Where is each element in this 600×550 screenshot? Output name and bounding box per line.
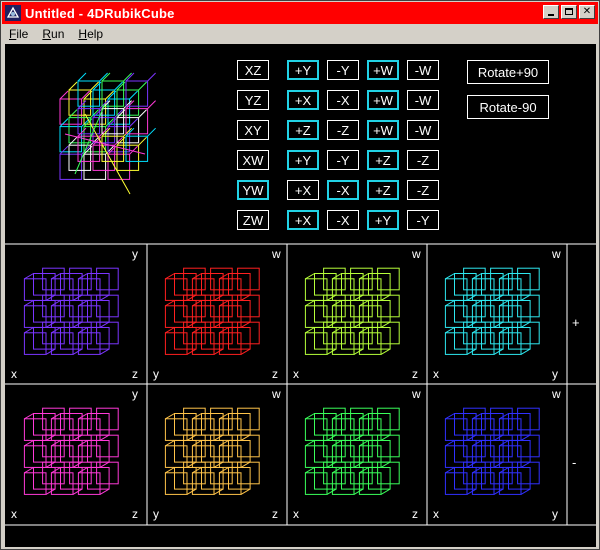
app-icon xyxy=(5,5,21,21)
rotate-plus-90-button[interactable]: Rotate+90 xyxy=(467,60,549,84)
axis-label-top: y xyxy=(132,247,138,261)
menu-label-rest: elp xyxy=(87,26,104,41)
row-sign-plus: + xyxy=(572,315,580,330)
axis-label-bottom-right: z xyxy=(412,367,418,381)
axis-label-top: w xyxy=(272,387,281,401)
maximize-icon xyxy=(565,8,573,15)
projection-view-6 xyxy=(164,407,260,495)
rotate-axis-button-yz-1[interactable]: +X xyxy=(287,90,319,110)
rotate-axis-button-xy-1[interactable]: +Z xyxy=(287,120,319,140)
window-title: Untitled - 4DRubikCube xyxy=(25,5,175,21)
maximize-button[interactable] xyxy=(561,5,577,19)
axis-label-bottom-left: y xyxy=(153,367,159,381)
menu-bar: File Run Help xyxy=(2,24,598,43)
projection-view-7 xyxy=(304,407,400,495)
axis-label-bottom-right: z xyxy=(272,367,278,381)
axis-label-top: w xyxy=(412,247,421,261)
axis-label-top: w xyxy=(272,247,281,261)
rotate-axis-button-zw-2[interactable]: -X xyxy=(327,210,359,230)
axis-label-bottom-left: x xyxy=(11,367,17,381)
rotate-axis-button-xw-4[interactable]: -Z xyxy=(407,150,439,170)
menu-help[interactable]: Help xyxy=(71,27,110,41)
projection-view-2 xyxy=(164,267,260,355)
plane-button-zw[interactable]: ZW xyxy=(237,210,269,230)
axis-label-bottom-right: y xyxy=(552,507,558,521)
axis-label-bottom-left: x xyxy=(433,367,439,381)
minimize-icon xyxy=(548,14,554,16)
axis-label-top: w xyxy=(552,247,561,261)
rotate-axis-button-yz-3[interactable]: +W xyxy=(367,90,399,110)
rotate-axis-button-xz-1[interactable]: +Y xyxy=(287,60,319,80)
render-canvas[interactable]: y x z w y z w x z w x y y x z w y z w x z w x y + - XZ +Y -Y +W -W YZ +X… xyxy=(5,44,596,547)
rotate-axis-button-xy-4[interactable]: -W xyxy=(407,120,439,140)
axis-label-bottom-right: z xyxy=(132,367,138,381)
rotate-axis-button-zw-4[interactable]: -Y xyxy=(407,210,439,230)
plane-button-xy[interactable]: XY xyxy=(237,120,269,140)
rotate-axis-button-yz-4[interactable]: -W xyxy=(407,90,439,110)
axis-label-bottom-right: z xyxy=(272,507,278,521)
rotate-axis-button-xz-3[interactable]: +W xyxy=(367,60,399,80)
rotate-axis-button-zw-3[interactable]: +Y xyxy=(367,210,399,230)
axis-label-bottom-left: x xyxy=(11,507,17,521)
rotate-axis-button-xy-2[interactable]: -Z xyxy=(327,120,359,140)
axis-label-bottom-left: x xyxy=(433,507,439,521)
rotate-axis-button-xy-3[interactable]: +W xyxy=(367,120,399,140)
rotate-axis-button-xw-2[interactable]: -Y xyxy=(327,150,359,170)
plane-button-xz[interactable]: XZ xyxy=(237,60,269,80)
menu-file[interactable]: File xyxy=(2,27,35,41)
rotate-minus-90-button[interactable]: Rotate-90 xyxy=(467,95,549,119)
axis-label-bottom-left: x xyxy=(293,507,299,521)
projection-view-4 xyxy=(444,267,540,355)
app-window: Untitled - 4DRubikCube ✕ File Run Help yxz… xyxy=(0,0,600,550)
rotate-axis-button-xw-3[interactable]: +Z xyxy=(367,150,399,170)
axis-label-bottom-left: y xyxy=(153,507,159,521)
menu-label-rest: un xyxy=(51,26,65,41)
axis-label-bottom-right: z xyxy=(412,507,418,521)
menu-mnemonic: H xyxy=(78,26,88,41)
row-sign-minus: - xyxy=(572,455,577,470)
axis-label-bottom-right: z xyxy=(132,507,138,521)
rotate-axis-button-yz-2[interactable]: -X xyxy=(327,90,359,110)
minimize-button[interactable] xyxy=(543,5,559,19)
axis-label-top: y xyxy=(132,387,138,401)
rotate-axis-button-xz-2[interactable]: -Y xyxy=(327,60,359,80)
projection-view-5 xyxy=(23,407,119,495)
title-bar[interactable]: Untitled - 4DRubikCube ✕ xyxy=(2,2,598,24)
plane-button-xw[interactable]: XW xyxy=(237,150,269,170)
projection-view-3 xyxy=(304,267,400,355)
projection-view-1 xyxy=(23,267,119,355)
rotate-axis-button-xw-1[interactable]: +Y xyxy=(287,150,319,170)
main-4d-cube-view xyxy=(59,72,156,195)
close-icon: ✕ xyxy=(582,6,592,17)
rotate-axis-button-yw-2[interactable]: -X xyxy=(327,180,359,200)
rotate-axis-button-zw-1[interactable]: +X xyxy=(287,210,319,230)
close-button[interactable]: ✕ xyxy=(579,5,595,19)
rotate-axis-button-yw-3[interactable]: +Z xyxy=(367,180,399,200)
rotate-axis-button-yw-1[interactable]: +X xyxy=(287,180,319,200)
menu-mnemonic: R xyxy=(42,26,52,41)
rotate-axis-button-xz-4[interactable]: -W xyxy=(407,60,439,80)
axis-label-top: w xyxy=(412,387,421,401)
rotate-axis-button-yw-4[interactable]: -Z xyxy=(407,180,439,200)
menu-run[interactable]: Run xyxy=(35,27,71,41)
axis-label-bottom-right: y xyxy=(552,367,558,381)
plane-button-yz[interactable]: YZ xyxy=(237,90,269,110)
plane-button-yw[interactable]: YW xyxy=(237,180,269,200)
menu-label-rest: ile xyxy=(16,26,29,41)
axis-label-top: w xyxy=(552,387,561,401)
axis-label-bottom-left: x xyxy=(293,367,299,381)
view-grid-lines xyxy=(5,243,596,526)
projection-view-8 xyxy=(444,407,540,495)
